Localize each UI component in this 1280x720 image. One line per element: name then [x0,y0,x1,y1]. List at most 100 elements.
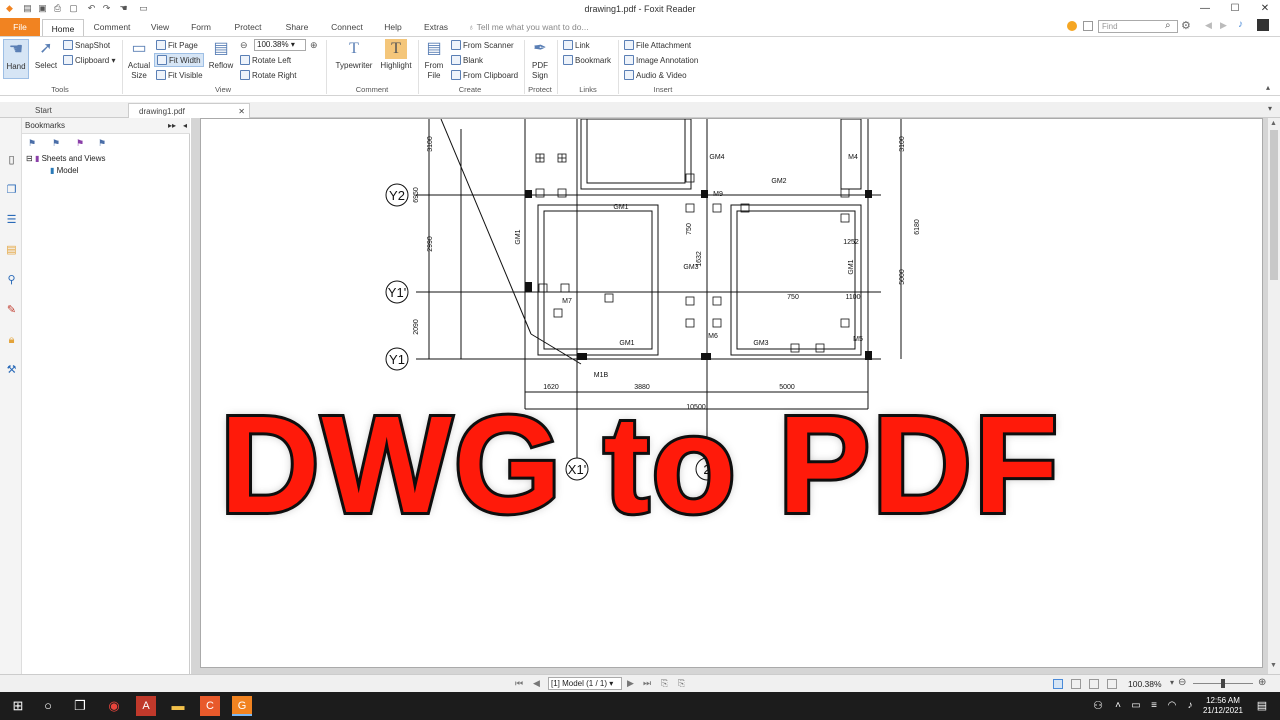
zoom-slider-thumb[interactable] [1221,679,1225,688]
from-clipboard-button[interactable]: From Clipboard [451,70,518,80]
tools-panel-icon[interactable]: ⚒ [5,364,18,377]
close-button[interactable]: ✕ [1250,0,1280,18]
zoom-out-status-icon[interactable]: ⊖ [1178,677,1186,688]
prev-result-icon[interactable]: ◀ [1205,20,1212,31]
from-file-button[interactable]: ▤ From File [422,39,446,81]
tab-list-icon[interactable]: ▾ [1268,104,1272,113]
continuous-facing-icon[interactable] [1107,679,1117,689]
zoom-level[interactable]: 100.38% [1128,679,1162,689]
zoom-out-icon[interactable]: ⊖ [240,40,248,51]
rotate-right-button[interactable]: Rotate Right [240,70,296,80]
tab-file[interactable]: File [0,18,40,36]
facing-icon[interactable] [1089,679,1099,689]
notification-icon[interactable] [1067,21,1077,31]
tree-collapse-icon[interactable]: ⊟ [26,154,33,163]
tab-view[interactable]: View [142,18,178,36]
tab-share[interactable]: Share [278,18,316,36]
wifi-icon[interactable]: ◠ [1162,696,1182,716]
search-taskbar-icon[interactable]: ○ [38,696,58,716]
tab-protect[interactable]: Protect [227,18,269,36]
windows-start-icon[interactable]: ⊞ [8,696,28,716]
bell-icon[interactable]: ♪ [1238,19,1243,30]
collapse-panel-icon[interactable]: ◂ [183,118,187,134]
fit-width-button[interactable]: Fit Width [154,53,204,67]
file-attachment-button[interactable]: File Attachment [624,40,691,50]
tab-start[interactable]: Start [25,103,125,119]
bookmark-options-icon[interactable]: ⚑ [98,138,106,149]
task-view-icon[interactable]: ❐ [70,696,90,716]
audio-video-button[interactable]: Audio & Video [624,70,687,80]
scroll-down-icon[interactable]: ▼ [1270,662,1277,669]
zoom-dropdown-icon[interactable]: ▾ [1170,678,1174,687]
tab-extras[interactable]: Extras [418,18,454,36]
close-tab-icon[interactable]: ✕ [238,104,245,119]
next-page-icon[interactable]: ▶ [627,678,634,689]
fit-visible-button[interactable]: Fit Visible [156,70,203,80]
continuous-icon[interactable] [1071,679,1081,689]
next-view-icon[interactable]: ⎘ [678,678,685,689]
user-icon[interactable] [1257,19,1269,31]
prev-page-icon[interactable]: ◀ [533,678,540,689]
zoom-in-icon[interactable]: ⊕ [310,40,318,51]
layers-panel-icon[interactable]: ☰ [5,214,18,227]
highlight-button[interactable]: T Highlight [378,39,414,71]
expand-bookmark-icon[interactable]: ⚑ [28,138,36,149]
feedback-icon[interactable] [1083,21,1093,31]
network-activity-icon[interactable]: ≡ [1144,696,1164,716]
prev-view-icon[interactable]: ⎘ [661,678,668,689]
comments-panel-icon[interactable]: ▤ [5,244,18,257]
page-select[interactable]: [1] Model (1 / 1) ▾ [548,677,622,690]
people-icon[interactable]: ⚇ [1088,696,1108,716]
typewriter-button[interactable]: T Typewriter [332,39,376,71]
actual-size-button[interactable]: ▭ Actual Size [126,39,152,81]
link-button[interactable]: Link [563,40,590,50]
pdf-sign-button[interactable]: ✒ PDF Sign [528,39,552,81]
clock[interactable]: 12:56 AM 21/12/2021 [1200,696,1246,716]
notifications-icon[interactable]: ▤ [1252,696,1272,716]
scroll-thumb[interactable] [1270,130,1278,280]
clipboard-button[interactable]: Clipboard ▾ [63,55,116,65]
next-result-icon[interactable]: ▶ [1220,20,1227,31]
hand-button[interactable]: ☚ Hand [3,39,29,79]
scroll-up-icon[interactable]: ▲ [1270,120,1277,127]
bookmark-button[interactable]: Bookmark [563,55,611,65]
snapshot-button[interactable]: SnapShot [63,40,110,50]
tab-drawing1[interactable]: drawing1.pdf ✕ [128,103,250,119]
select-button[interactable]: ➚ Select [33,39,59,71]
app-c-icon[interactable]: C [200,696,220,716]
from-scanner-button[interactable]: From Scanner [451,40,514,50]
image-annotation-button[interactable]: Image Annotation [624,55,698,65]
volume-icon[interactable]: ♪ [1180,696,1200,716]
add-bookmark-icon[interactable]: ⚑ [52,138,60,149]
maximize-button[interactable]: ☐ [1220,0,1250,18]
last-page-icon[interactable]: ⏭ [643,678,651,689]
security-panel-icon[interactable]: 🔒︎ [5,334,18,347]
rotate-left-button[interactable]: Rotate Left [240,55,291,65]
attachments-panel-icon[interactable]: ⚲ [5,274,18,287]
tab-connect[interactable]: Connect [325,18,369,36]
bookmark-item-model[interactable]: ▮ Model [50,166,78,175]
zoom-in-status-icon[interactable]: ⊕ [1258,677,1266,688]
tab-help[interactable]: Help [378,18,408,36]
chrome-icon[interactable]: ◉ [104,696,124,716]
blank-button[interactable]: Blank [451,55,483,65]
single-page-icon[interactable] [1053,679,1063,689]
tray-expand-icon[interactable]: ˄ [1108,696,1128,716]
collapse-ribbon-icon[interactable]: ▴ [1266,83,1270,92]
delete-bookmark-icon[interactable]: ⚑ [76,138,84,149]
zoom-select[interactable]: 100.38% ▾ [254,39,306,51]
tab-home[interactable]: Home [42,19,84,37]
first-page-icon[interactable]: ⏮ [515,678,523,689]
fit-page-button[interactable]: Fit Page [156,40,198,50]
signature-panel-icon[interactable]: ✎ [5,304,18,317]
file-explorer-icon[interactable]: ▬ [168,696,188,716]
minimize-button[interactable]: — [1190,0,1220,18]
settings-icon[interactable]: ⚙ [1181,19,1191,32]
search-icon[interactable]: ⌕ [1165,20,1171,31]
reflow-button[interactable]: ▤ Reflow [207,39,235,71]
foxit-taskbar-icon[interactable]: G [232,696,252,716]
tab-comment[interactable]: Comment [88,18,136,36]
expand-panel-icon[interactable]: ▸▸ [168,118,176,134]
bookmark-item-sheets[interactable]: ⊟ ▮ Sheets and Views [26,154,105,163]
tab-form[interactable]: Form [183,18,219,36]
